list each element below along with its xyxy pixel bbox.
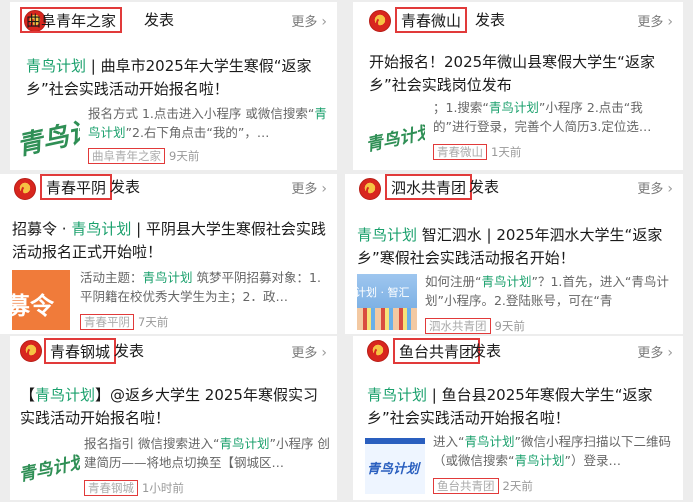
chevron-right-icon: › <box>321 14 327 30</box>
article-meta: 曲阜青年之家 9天前 <box>88 148 199 164</box>
chevron-right-icon: › <box>667 181 673 197</box>
source-name: 鱼台共青团 <box>433 478 499 494</box>
thumbnail-logo-text: 青鸟计划 <box>18 452 80 486</box>
post-time: 7天前 <box>138 315 169 329</box>
article-thumbnail[interactable]: 青鸟计 <box>20 104 80 166</box>
source-name: 青春平阴 <box>80 314 134 330</box>
account-name[interactable]: 泗水共青团 <box>385 174 473 200</box>
source-name: 曲阜青年之家 <box>88 148 165 164</box>
more-link[interactable]: 更多 › <box>637 178 673 197</box>
thumbnail-logo-text: 青鸟计 <box>20 116 80 162</box>
feed-card[interactable]: 泗水共青团 发表 更多 › 青鸟计划 智汇泗水 | 2025年泗水大学生“返家乡”… <box>345 174 683 334</box>
article-title[interactable]: 开始报名！2025年微山县寒假大学生“返家乡”社会实践岗位发布 <box>369 51 673 97</box>
article-snippet: 报名指引 微信搜索进入“青鸟计划”小程序 创建简历——将地点切换至【钢城区… <box>84 436 330 470</box>
publish-label: 发表 <box>475 11 506 29</box>
card-header: 青春钢城 发表 更多 › <box>10 336 337 372</box>
account-name[interactable]: 鱼台共青团 <box>393 338 481 364</box>
chevron-right-icon: › <box>667 345 673 361</box>
card-header: 青春平阴 发表 更多 › <box>0 174 337 210</box>
more-link[interactable]: 更多 › <box>291 11 327 30</box>
feed-card[interactable]: 曲阜青年之家 发表 更多 › 青鸟计划 | 曲阜市2025年大学生寒假“返家乡”社… <box>10 2 337 170</box>
card-header: 曲阜青年之家 发表 更多 › <box>10 2 337 38</box>
chevron-right-icon: › <box>321 181 327 197</box>
article-thumbnail[interactable]: 青鸟计划 <box>18 436 80 494</box>
source-name: 青春钢城 <box>84 480 138 496</box>
article-thumbnail[interactable]: 计划 · 智汇 <box>357 274 417 330</box>
article-meta: 青春平阴 7天前 <box>80 314 168 330</box>
article-snippet: 报名方式 1.点击进入小程序 或微信搜索“青鸟计划”2.右下角点击“我的”，… <box>88 106 327 140</box>
publish-label: 发表 <box>469 178 500 196</box>
article-snippet: 如何注册“青鸟计划”？1.首先，进入“青鸟计划”小程序。2.登陆账号，可在“青 <box>425 274 669 308</box>
account-name[interactable]: 青春微山 <box>395 7 468 33</box>
thumbnail-logo-text: 青鸟计划 <box>364 122 425 156</box>
feed-card[interactable]: 青春微山 发表 更多 › 开始报名！2025年微山县寒假大学生“返家乡”社会实践岗… <box>353 2 683 170</box>
feed-card[interactable]: 鱼台共青团 发表 更多 › 青鸟计划 | 鱼台县2025年寒假大学生“返家乡”社会… <box>353 336 683 500</box>
article-thumbnail[interactable]: 青鸟计划 <box>363 106 425 164</box>
chevron-right-icon: › <box>667 14 673 30</box>
youth-league-badge-icon <box>369 10 391 32</box>
publish-label: 发表 <box>471 342 502 360</box>
article-meta: 青春微山 1天前 <box>433 144 521 160</box>
post-time: 2天前 <box>502 479 533 493</box>
youth-league-badge-icon <box>14 178 36 200</box>
article-snippet: ；1.搜索“青鸟计划”小程序 2.点击“我的”进行登录，完善个人简历3.定位选… <box>433 100 652 134</box>
account-name[interactable]: 青春钢城 <box>44 338 117 364</box>
more-link[interactable]: 更多 › <box>291 178 327 197</box>
article-snippet: 活动主题：青鸟计划 筑梦平阴招募对象：1. 平阴籍在校优秀大学生为主；2．政… <box>80 270 321 304</box>
article-meta: 青春钢城 1小时前 <box>84 480 184 496</box>
article-thumbnail[interactable]: 募令 <box>12 270 70 330</box>
post-time: 1天前 <box>491 145 522 159</box>
more-link[interactable]: 更多 › <box>637 11 673 30</box>
article-thumbnail[interactable]: 青鸟计划 <box>365 438 425 494</box>
card-header: 泗水共青团 发表 更多 › <box>345 174 683 210</box>
card-header: 鱼台共青团 发表 更多 › <box>353 336 683 372</box>
article-title[interactable]: 青鸟计划 智汇泗水 | 2025年泗水大学生“返家乡”寒假社会实践活动报名开始！ <box>357 224 673 270</box>
article-snippet: 进入“青鸟计划”微信小程序扫描以下二维码（或微信搜索“青鸟计划”）登录… <box>433 434 671 468</box>
thumbnail-text: 计划 · 智汇 <box>357 286 410 299</box>
source-name: 泗水共青团 <box>425 318 491 334</box>
post-time: 9天前 <box>169 149 200 163</box>
thumbnail-logo-text: 青鸟计划 <box>367 462 420 477</box>
youth-league-badge-icon <box>20 340 42 362</box>
account-name[interactable]: 青春平阴 <box>40 174 113 200</box>
thumbnail-text: 募令 <box>12 292 54 320</box>
feed-card[interactable]: 青春钢城 发表 更多 › 【青鸟计划】@返乡大学生 2025年寒假实习实践活动开始… <box>10 336 337 500</box>
article-title[interactable]: 招募令 · 青鸟计划 | 平阴县大学生寒假社会实践活动报名正式开始啦！ <box>12 218 327 264</box>
feed-card[interactable]: 青春平阴 发表 更多 › 招募令 · 青鸟计划 | 平阴县大学生寒假社会实践活动报… <box>0 174 337 334</box>
more-link[interactable]: 更多 › <box>637 342 673 361</box>
card-header: 青春微山 发表 更多 › <box>353 2 683 38</box>
more-link[interactable]: 更多 › <box>291 342 327 361</box>
thumbnail-hands <box>357 308 417 330</box>
post-time: 1小时前 <box>142 481 184 495</box>
publish-label: 发表 <box>110 178 141 196</box>
article-title[interactable]: 青鸟计划 | 鱼台县2025年寒假大学生“返家乡”社会实践活动开始报名啦！ <box>367 384 673 430</box>
post-time: 9天前 <box>494 319 525 333</box>
youth-league-badge-icon <box>367 340 389 362</box>
article-title[interactable]: 青鸟计划 | 曲阜市2025年大学生寒假“返家乡”社会实践活动开始报名啦！ <box>26 55 327 101</box>
source-name: 青春微山 <box>433 144 487 160</box>
chevron-right-icon: › <box>321 345 327 361</box>
article-meta: 鱼台共青团 2天前 <box>433 478 533 494</box>
article-title[interactable]: 【青鸟计划】@返乡大学生 2025年寒假实习实践活动开始报名啦！ <box>20 384 327 430</box>
youth-league-badge-icon <box>359 178 381 200</box>
account-name[interactable]: 曲阜青年之家 <box>20 7 123 33</box>
article-meta: 泗水共青团 9天前 <box>425 318 525 334</box>
publish-label: 发表 <box>144 11 175 29</box>
publish-label: 发表 <box>114 342 145 360</box>
